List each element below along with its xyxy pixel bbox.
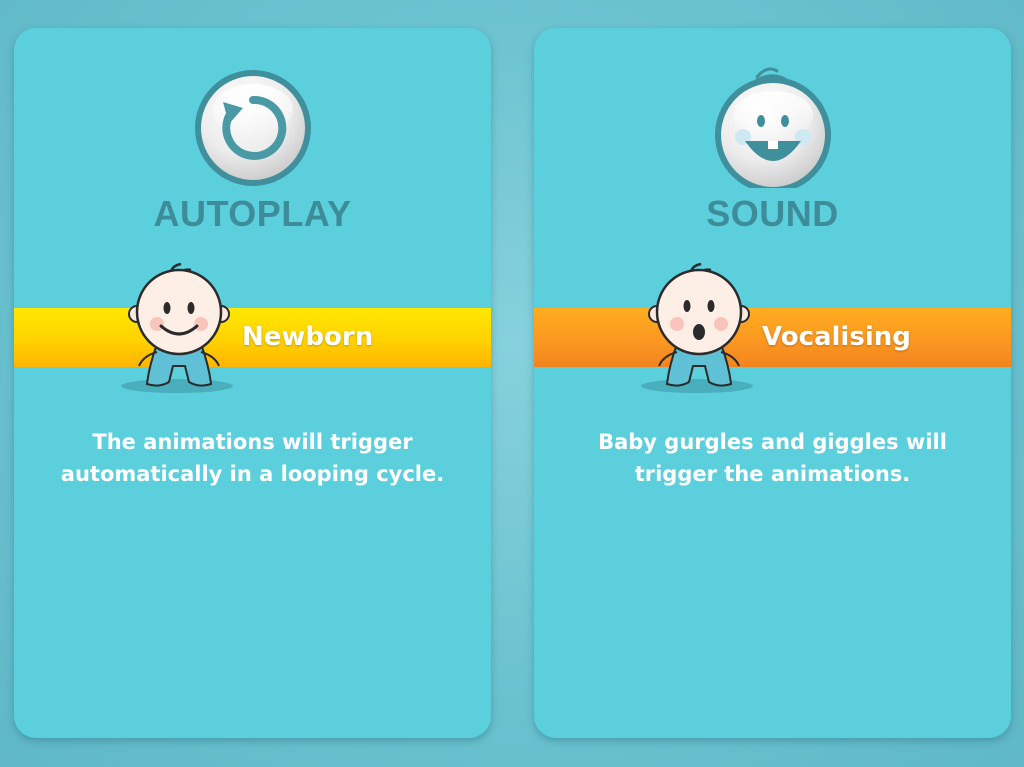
mode-description: The animations will trigger automaticall… — [60, 430, 445, 486]
mode-title: AUTOPLAY — [153, 193, 352, 234]
replay-icon — [194, 70, 311, 186]
mode-description: Baby gurgles and giggles will trigger th… — [598, 430, 947, 486]
surprised-baby-icon — [641, 262, 753, 393]
stage-band: Newborn — [14, 308, 491, 367]
stage-label: Newborn — [242, 322, 374, 352]
mode-title: SOUND — [706, 193, 839, 234]
autoplay-card[interactable]: AUTOPLAY Newborn The animations will tri… — [14, 28, 491, 738]
stage-band: Vocalising — [534, 308, 1011, 367]
smiling-baby-icon — [121, 262, 233, 393]
laughing-baby-face-icon — [714, 67, 831, 188]
stage-label: Vocalising — [762, 322, 911, 352]
sound-card[interactable]: SOUND Vocalising Baby gurgles and giggle… — [534, 28, 1011, 738]
